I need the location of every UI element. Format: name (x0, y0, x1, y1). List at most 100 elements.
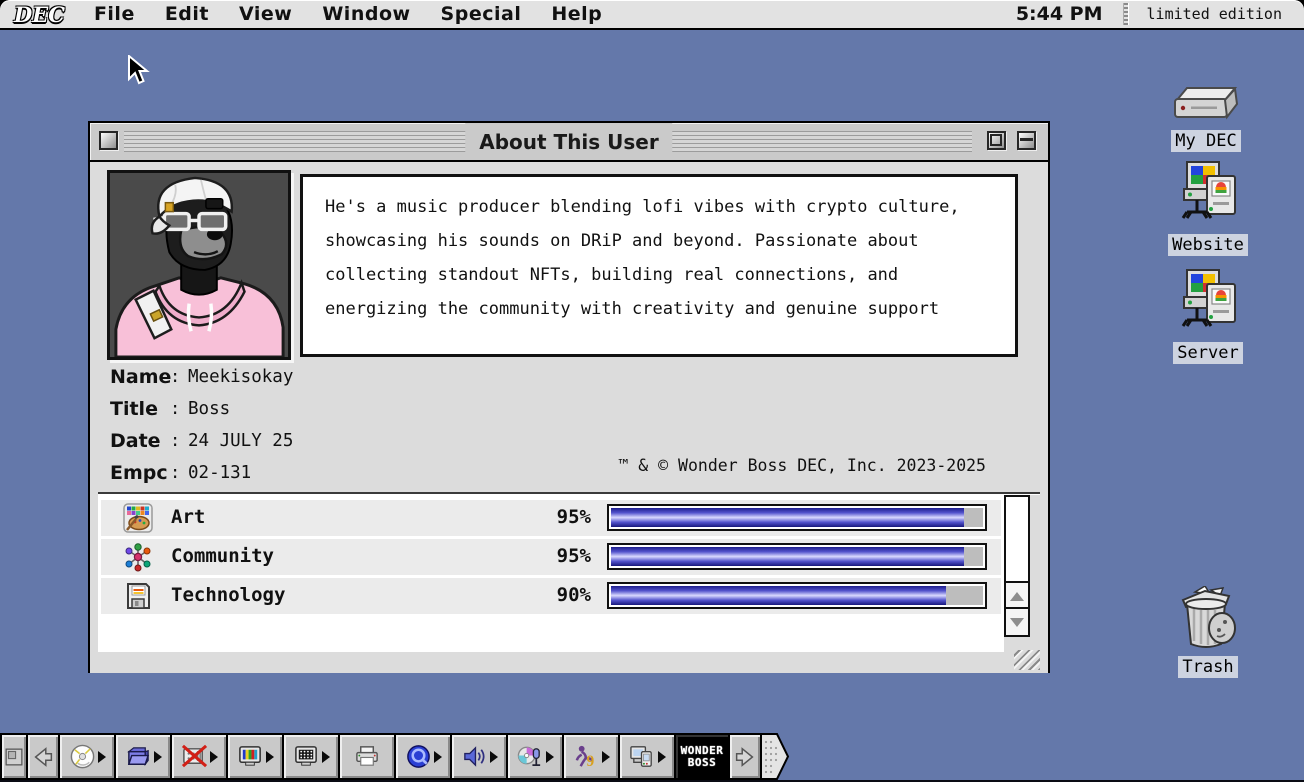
desktop-icon-my-dec[interactable]: My DEC (1154, 84, 1258, 152)
desktop-icon-trash[interactable]: Trash (1156, 584, 1260, 678)
menu-bar: DEC File Edit View Window Special Help 5… (0, 0, 1304, 30)
field-row-title: Title : Boss (110, 393, 293, 425)
skills-panel: Art 95% Community 95% Technology 90% (98, 495, 1004, 652)
desktop-icon-label: Server (1173, 342, 1243, 364)
floppy-icon (123, 581, 153, 611)
skill-progress-track (611, 547, 983, 566)
strip-printer-button[interactable] (338, 733, 396, 780)
quicktime-icon (406, 745, 430, 768)
folder-icon (126, 747, 149, 767)
device-sync-icon (629, 746, 652, 767)
menubar-divider (1122, 3, 1129, 25)
menu-special[interactable]: Special (426, 3, 537, 25)
strip-collapse-tab[interactable] (0, 733, 28, 780)
dec-menu-logo[interactable]: DEC (14, 4, 65, 25)
submenu-arrow-icon (321, 750, 330, 763)
skill-percent: 95% (556, 506, 591, 528)
vertical-scrollbar[interactable] (1004, 495, 1030, 637)
field-separator: : (170, 367, 181, 387)
scroll-down-button[interactable] (1006, 607, 1028, 635)
window-title: About This User (465, 123, 673, 160)
user-description: He's a music producer blending lofi vibe… (325, 197, 960, 319)
svg-text:9: 9 (586, 753, 594, 770)
menu-window[interactable]: Window (307, 3, 425, 25)
strip-sound-input-button[interactable] (506, 733, 564, 780)
strip-scroll-left-button[interactable] (26, 733, 60, 780)
menu-help[interactable]: Help (536, 3, 617, 25)
mouse-cursor-icon (126, 53, 152, 89)
community-icon (123, 542, 153, 572)
strip-wonder-boss-badge[interactable]: WONDER BOSS (674, 733, 730, 780)
trash-full-icon (1175, 584, 1241, 654)
skill-progress-bar (607, 543, 987, 570)
strip-display-colors-button[interactable] (226, 733, 284, 780)
hard-drive-icon (1167, 84, 1245, 128)
menu-clock[interactable]: 5:44 PM (1002, 3, 1117, 25)
user-fields: Name : Meekisokay Title : Boss Date : 24… (110, 361, 293, 489)
menu-file[interactable]: File (79, 3, 150, 25)
display-colors-icon (238, 746, 261, 766)
field-separator: : (170, 463, 181, 483)
desktop-icon-website[interactable]: Website (1156, 160, 1260, 256)
wonder-boss-logo-line2: BOSS (687, 755, 717, 769)
scroll-up-button[interactable] (1006, 581, 1028, 609)
cd-icon (70, 744, 94, 769)
submenu-arrow-icon (153, 750, 162, 763)
strip-macos9-button[interactable]: 9 (562, 733, 620, 780)
skill-progress-track (611, 508, 983, 527)
field-label: Date (110, 430, 161, 452)
speaker-icon (463, 746, 485, 767)
microphone-disc-icon (517, 746, 540, 767)
strip-end-tab[interactable] (760, 733, 790, 780)
bear-avatar-art (110, 173, 288, 357)
skill-name: Community (171, 545, 274, 567)
field-value: Meekisokay (188, 367, 294, 387)
field-label: Empc (110, 462, 168, 484)
copyright-line: ™ & © Wonder Boss DEC, Inc. 2023-2025 (618, 456, 986, 475)
skill-progress-fill (611, 547, 965, 566)
arrow-left-icon (34, 746, 53, 767)
strip-volume-button[interactable] (450, 733, 508, 780)
collapse-box[interactable] (1017, 131, 1036, 150)
strip-display-resolution-button[interactable] (282, 733, 340, 780)
user-description-box: He's a music producer blending lofi vibe… (300, 174, 1018, 357)
submenu-arrow-icon (545, 750, 554, 763)
strip-quicktime-button[interactable] (394, 733, 452, 780)
strip-file-sharing-off-button[interactable] (170, 733, 228, 780)
desktop-icon-server[interactable]: Server (1156, 268, 1260, 364)
skill-name: Technology (171, 584, 286, 606)
skill-progress-track (611, 586, 983, 605)
field-value: Boss (188, 399, 231, 419)
strip-device-sync-button[interactable] (618, 733, 676, 780)
wonder-boss-logo-line1: WONDER (680, 743, 724, 757)
strip-cd-button[interactable] (58, 733, 116, 780)
menu-view[interactable]: View (224, 3, 307, 25)
window-titlebar[interactable]: About This User (90, 123, 1048, 162)
zoom-box[interactable] (987, 131, 1006, 150)
desktop: DEC File Edit View Window Special Help 5… (0, 0, 1304, 782)
menu-edit[interactable]: Edit (150, 3, 224, 25)
strip-folder-button[interactable] (114, 733, 172, 780)
submenu-arrow-icon (657, 750, 666, 763)
arrow-right-icon (735, 746, 754, 767)
scroll-down-arrow-icon (1010, 617, 1024, 627)
field-row-name: Name : Meekisokay (110, 361, 293, 393)
field-value: 24 JULY 25 (188, 431, 294, 451)
skill-row-community: Community 95% (101, 539, 1001, 575)
display-resolution-icon (294, 746, 317, 766)
file-sharing-off-icon (181, 744, 207, 768)
desktop-icon-label: Trash (1178, 656, 1238, 678)
field-separator: : (170, 399, 181, 419)
network-computers-icon (1171, 268, 1245, 340)
field-separator: : (170, 431, 181, 451)
skill-percent: 90% (556, 584, 591, 606)
submenu-arrow-icon (489, 750, 498, 763)
skill-name: Art (171, 506, 206, 528)
strip-scroll-right-button[interactable] (728, 733, 762, 780)
resize-grip[interactable] (1014, 650, 1040, 670)
close-box[interactable] (99, 131, 118, 150)
skill-percent: 95% (556, 545, 591, 567)
control-strip: 9 WONDER BOSS (0, 733, 790, 780)
window-content: He's a music producer blending lofi vibe… (90, 162, 1048, 673)
network-computers-icon (1171, 160, 1245, 232)
